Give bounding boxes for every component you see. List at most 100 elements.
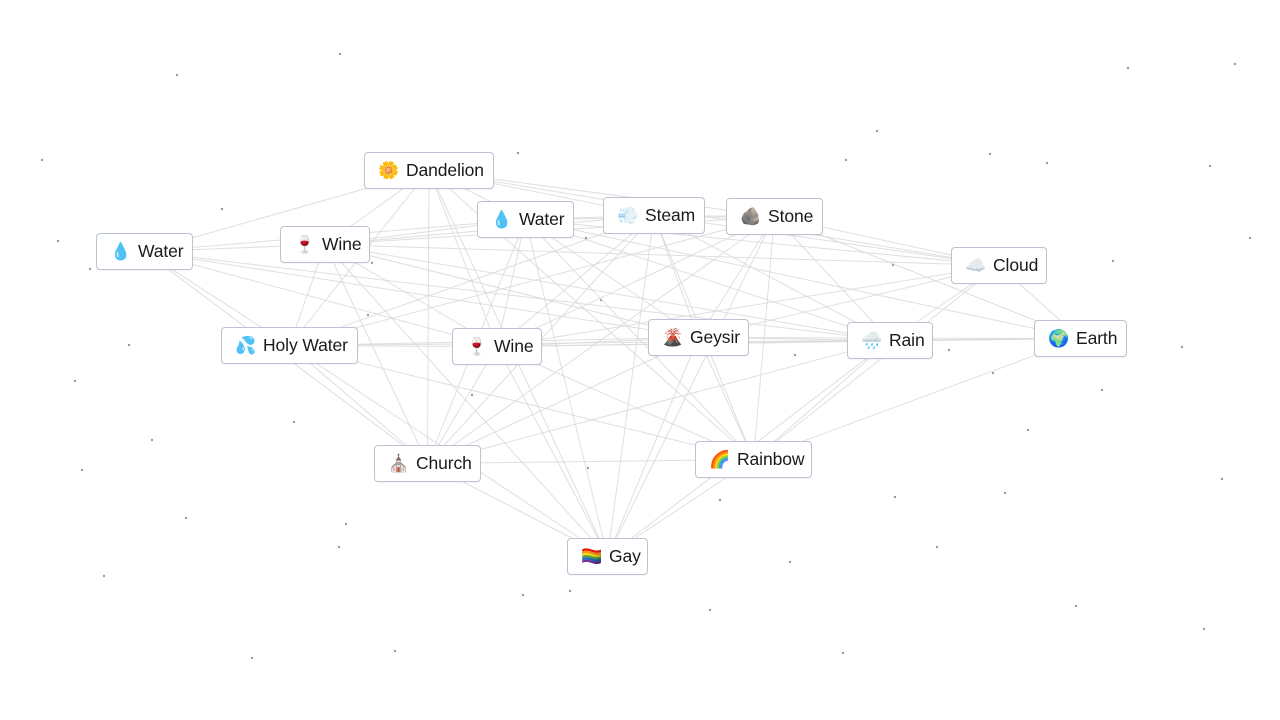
element-label: Cloud <box>993 255 1039 275</box>
element-water[interactable]: 💧 Water <box>477 201 574 238</box>
connection-line <box>607 337 699 557</box>
church-icon: ⛪ <box>388 454 410 473</box>
element-gay[interactable]: 🏳️‍🌈 Gay <box>567 538 648 575</box>
connection-line <box>144 251 699 338</box>
element-label: Wine <box>494 336 534 356</box>
background-dot <box>1111 259 1115 263</box>
element-label: Holy Water <box>263 335 348 355</box>
background-dot <box>947 348 951 352</box>
wine-glass-icon: 🍷 <box>466 337 488 356</box>
element-label: Earth <box>1076 328 1118 348</box>
element-holy-water[interactable]: 💦 Holy Water <box>221 327 358 364</box>
element-stone[interactable]: 🪨 Stone <box>726 198 823 235</box>
connection-line <box>324 244 608 557</box>
background-dot <box>584 236 588 240</box>
background-dot <box>150 438 154 442</box>
background-dot <box>1003 491 1007 495</box>
background-dot <box>988 152 992 156</box>
element-label: Water <box>138 241 184 261</box>
background-dot <box>73 379 77 383</box>
background-dot <box>1248 236 1252 240</box>
background-dot <box>935 545 939 549</box>
element-rain[interactable]: 🌧️ Rain <box>847 322 933 359</box>
globe-icon: 🌍 <box>1048 329 1070 348</box>
background-dot <box>793 353 797 357</box>
background-dot <box>1233 62 1237 66</box>
element-steam[interactable]: 💨 Steam <box>603 197 705 234</box>
background-dot <box>366 313 370 317</box>
background-dot <box>875 129 879 133</box>
element-label: Dandelion <box>406 160 484 180</box>
background-dot <box>844 158 848 162</box>
element-rainbow[interactable]: 🌈 Rainbow <box>695 441 812 478</box>
connection-line <box>324 244 891 341</box>
element-cloud[interactable]: ☁️ Cloud <box>951 247 1047 284</box>
background-dot <box>102 574 106 578</box>
background-dot <box>250 656 254 660</box>
connection-line <box>428 170 498 347</box>
background-dot <box>991 371 995 375</box>
background-dot <box>893 495 897 499</box>
connection-line <box>607 216 775 557</box>
background-dot <box>292 420 296 424</box>
droplet-icon: 💧 <box>110 242 132 261</box>
background-dot <box>1100 388 1104 392</box>
element-wine[interactable]: 🍷 Wine <box>280 226 370 263</box>
connection-line <box>324 244 1000 266</box>
connection-line <box>427 170 430 464</box>
rainbow-icon: 🌈 <box>709 450 731 469</box>
element-water[interactable]: 💧 Water <box>96 233 193 270</box>
background-dot <box>184 516 188 520</box>
connection-line <box>607 215 655 557</box>
element-wine[interactable]: 🍷 Wine <box>452 328 542 365</box>
rain-cloud-icon: 🌧️ <box>861 331 883 350</box>
background-dot <box>718 498 722 502</box>
background-dot <box>1208 164 1212 168</box>
background-dot <box>370 261 374 265</box>
element-dandelion[interactable]: 🌼 Dandelion <box>364 152 494 189</box>
element-label: Stone <box>768 206 814 226</box>
background-dot <box>337 545 341 549</box>
steam-icon: 💨 <box>617 206 639 225</box>
background-dot <box>841 651 845 655</box>
background-dot <box>599 298 603 302</box>
background-dot <box>393 649 397 653</box>
background-dot <box>1026 428 1030 432</box>
element-earth[interactable]: 🌍 Earth <box>1034 320 1127 357</box>
sweat-droplets-icon: 💦 <box>235 336 257 355</box>
background-dot <box>1074 604 1078 608</box>
droplet-icon: 💧 <box>491 210 513 229</box>
background-dot <box>338 52 342 56</box>
background-dot <box>1220 477 1224 481</box>
connection-line <box>324 244 699 338</box>
element-church[interactable]: ⛪ Church <box>374 445 481 482</box>
volcano-icon: 🌋 <box>662 328 684 347</box>
background-dot <box>516 151 520 155</box>
background-dot <box>127 343 131 347</box>
element-label: Wine <box>322 234 362 254</box>
connection-line <box>753 216 775 460</box>
background-dot <box>80 468 84 472</box>
background-dot <box>1180 345 1184 349</box>
background-dot <box>40 158 44 162</box>
background-dot <box>344 522 348 526</box>
background-dot <box>220 207 224 211</box>
background-dot <box>1126 66 1130 70</box>
element-label: Gay <box>609 546 641 566</box>
element-geysir[interactable]: 🌋 Geysir <box>648 319 749 356</box>
background-dots <box>40 52 1252 660</box>
background-dot <box>1202 627 1206 631</box>
element-label: Rainbow <box>737 449 805 469</box>
background-dot <box>1045 161 1049 165</box>
wine-glass-icon: 🍷 <box>294 235 316 254</box>
connection-line <box>496 338 1081 347</box>
connection-line <box>525 219 608 557</box>
rock-icon: 🪨 <box>740 207 762 226</box>
element-label: Rain <box>889 330 925 350</box>
element-label: Water <box>519 209 565 229</box>
background-dot <box>470 393 474 397</box>
background-dot <box>891 263 895 267</box>
background-dot <box>56 239 60 243</box>
craft-canvas[interactable]: 💧 Water 🌼 Dandelion 🍷 Wine 💧 Water 💨 Ste… <box>0 0 1280 720</box>
background-dot <box>708 608 712 612</box>
